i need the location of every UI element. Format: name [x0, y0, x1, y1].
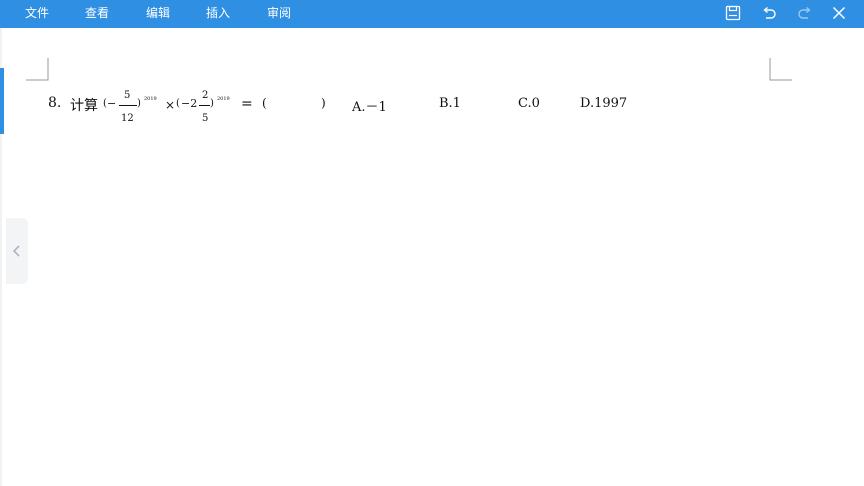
question-prompt: 计算 [70, 98, 98, 114]
term1-exponent: 2019 [144, 96, 157, 102]
term2-close-paren: ) [210, 98, 214, 109]
term2-whole: −2 [181, 97, 198, 110]
option-a: A.－1 [352, 100, 387, 115]
option-d: D.1997 [580, 96, 628, 111]
document-body: 8. 计算 ( − 5 12 ) 2019 × ( −2 2 5 ) 2019 … [0, 0, 864, 486]
question-number: 8. [48, 95, 62, 111]
times-sign: × [165, 98, 176, 112]
term1-fraction-bar [119, 105, 137, 106]
term2-numerator: 2 [202, 90, 209, 101]
term1-minus: − [107, 97, 117, 110]
term2-denominator: 5 [202, 113, 209, 124]
term1-close-paren: ) [137, 98, 141, 109]
option-c: C.0 [518, 96, 540, 111]
equals-sign: = [241, 96, 253, 112]
term2-exponent: 2019 [217, 96, 230, 102]
term1-denominator: 12 [121, 113, 134, 124]
answer-blank-open: ( [262, 96, 267, 110]
term2-open-paren: ( [176, 98, 180, 109]
answer-blank-close: ) [321, 96, 326, 110]
term1-numerator: 5 [124, 90, 131, 101]
term2-fraction-bar [199, 105, 210, 106]
option-b: B.1 [439, 96, 461, 111]
